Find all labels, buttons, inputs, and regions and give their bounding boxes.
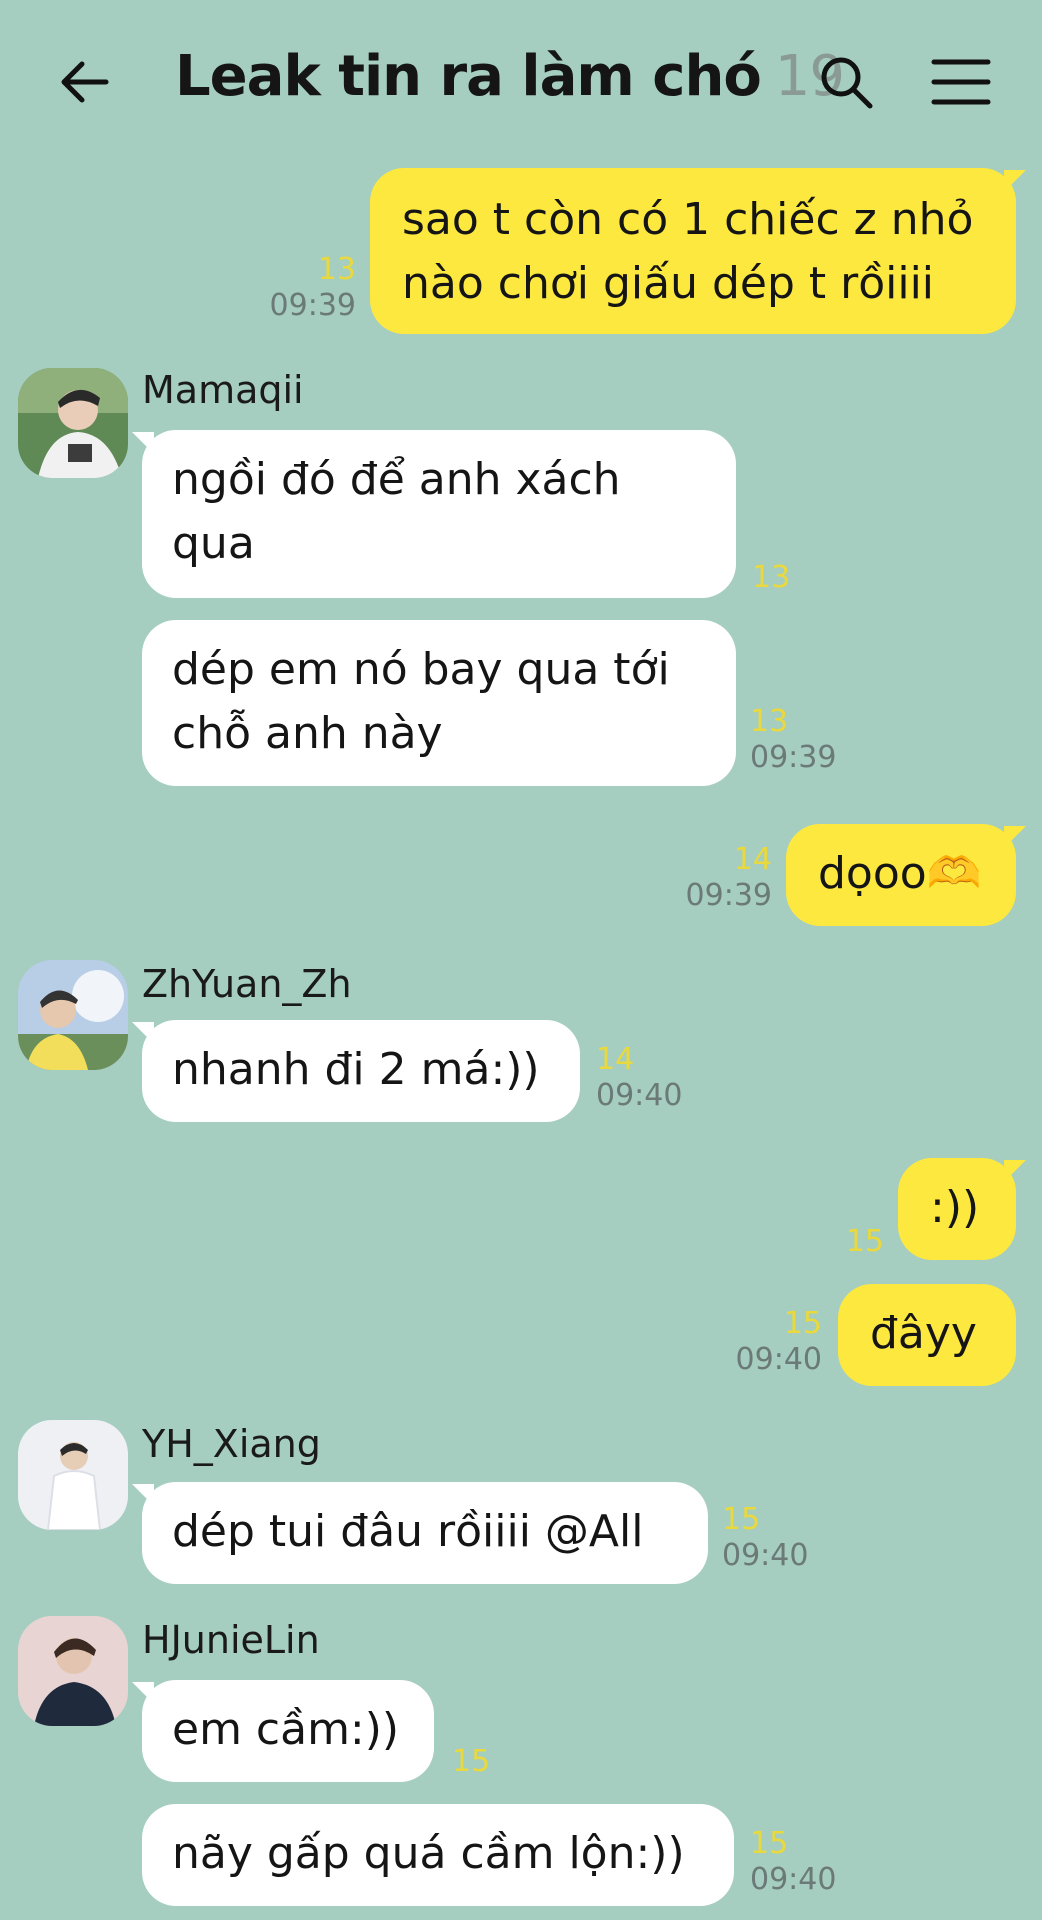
- sender-name: ZhYuan_Zh: [142, 962, 352, 1006]
- sender-name: HJunieLin: [142, 1618, 320, 1662]
- message-line: :)): [930, 1182, 980, 1233]
- unread-count: 15: [722, 1502, 761, 1537]
- message-line: nào chơi giấu dép t rồiiii: [402, 258, 935, 309]
- other-message-bubble[interactable]: nhanh đi 2 má:)): [132, 1020, 580, 1122]
- my-message-bubble[interactable]: sao t còn có 1 chiếc z nhỏ nào chơi giấu…: [370, 168, 1026, 334]
- unread-count: 14: [596, 1042, 635, 1077]
- my-message-bubble[interactable]: :)): [898, 1158, 1026, 1260]
- unread-count: 15: [750, 1826, 789, 1861]
- unread-count: 13: [752, 560, 791, 595]
- unread-count: 15: [452, 1744, 491, 1779]
- message-line: chỗ anh này: [172, 708, 443, 759]
- avatar-zhyuan-zh[interactable]: [18, 960, 128, 1070]
- arrow-left-icon[interactable]: [54, 52, 114, 112]
- message-line: đâyy: [870, 1308, 977, 1359]
- message-line: dọoo🫶: [818, 848, 982, 899]
- other-message-bubble[interactable]: ngồi đó để anh xách qua: [132, 430, 736, 598]
- timestamp: 09:40: [722, 1538, 809, 1573]
- unread-count: 13: [750, 704, 789, 739]
- message-line: nãy gấp quá cầm lộn:)): [172, 1828, 685, 1879]
- group-name: Leak tin ra làm chó: [175, 44, 762, 109]
- other-message-bubble[interactable]: nãy gấp quá cầm lộn:)): [142, 1804, 734, 1906]
- message-meta: 15: [780, 1224, 884, 1260]
- avatar-image: [18, 1616, 128, 1726]
- message-meta: 15: [452, 1744, 490, 1780]
- timestamp: 09:40: [750, 1862, 837, 1897]
- unread-count: 15: [845, 1224, 884, 1259]
- message-line: dép tui đâu rồiiii @All: [172, 1506, 644, 1557]
- unread-count: 13: [317, 252, 356, 287]
- avatar-image: [18, 960, 128, 1070]
- message-meta: 13: [752, 560, 790, 596]
- unread-count: 14: [733, 842, 772, 877]
- message-line: ngồi đó để anh xách: [172, 454, 621, 505]
- message-meta: 14 09:40: [596, 1042, 682, 1114]
- message-line: nhanh đi 2 má:)): [172, 1044, 540, 1095]
- message-line: qua: [172, 518, 255, 569]
- message-line: dép em nó bay qua tới: [172, 644, 670, 695]
- timestamp: 09:39: [750, 740, 837, 775]
- my-message-bubble[interactable]: dọoo🫶: [786, 824, 1026, 926]
- other-message-bubble[interactable]: dép tui đâu rồiiii @All: [132, 1482, 708, 1584]
- avatar-mamaqii[interactable]: [18, 368, 128, 478]
- avatar-image: [18, 368, 128, 478]
- other-message-bubble[interactable]: em cầm:)): [132, 1680, 434, 1782]
- my-message-bubble[interactable]: đâyy: [838, 1284, 1016, 1386]
- hamburger-menu-icon[interactable]: [930, 56, 992, 108]
- message-meta: 14 09:39: [668, 842, 772, 914]
- message-meta: 15 09:40: [722, 1502, 808, 1574]
- message-meta: 13 09:39: [750, 704, 836, 776]
- message-meta: 15 09:40: [718, 1306, 822, 1378]
- message-line: sao t còn có 1 chiếc z nhỏ: [402, 194, 974, 245]
- avatar-yh-xiang[interactable]: [18, 1420, 128, 1530]
- avatar-image: [18, 1420, 128, 1530]
- chat-title: Leak tin ra làm chó 19: [175, 44, 845, 109]
- message-line: em cầm:)): [172, 1704, 400, 1755]
- unread-count: 15: [783, 1306, 822, 1341]
- timestamp: 09:39: [269, 288, 356, 323]
- sender-name: Mamaqii: [142, 368, 304, 412]
- message-meta: 13 09:39: [252, 252, 356, 324]
- message-meta: 15 09:40: [750, 1826, 836, 1898]
- chat-header: Leak tin ra làm chó 19: [0, 0, 1042, 160]
- timestamp: 09:39: [685, 878, 772, 913]
- avatar-hjunielin[interactable]: [18, 1616, 128, 1726]
- sender-name: YH_Xiang: [142, 1422, 321, 1466]
- timestamp: 09:40: [596, 1078, 683, 1113]
- other-message-bubble[interactable]: dép em nó bay qua tới chỗ anh này: [142, 620, 736, 786]
- search-icon[interactable]: [816, 52, 876, 112]
- timestamp: 09:40: [735, 1342, 822, 1377]
